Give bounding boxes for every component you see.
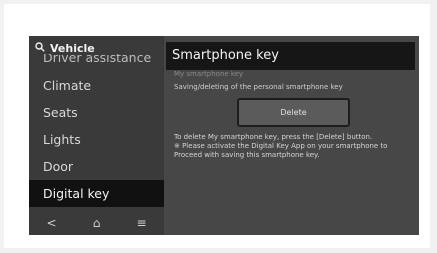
sidebar-item-climate[interactable]: Climate (29, 72, 164, 99)
search-icon (35, 41, 45, 55)
sidebar-list: Driver assistance Climate Seats Lights D… (29, 54, 164, 207)
sidebar: Vehicle Driver assistance Climate Seats … (29, 36, 164, 235)
sidebar-item-label: Seats (43, 105, 78, 120)
back-icon[interactable]: < (42, 213, 62, 233)
content-pane: Smartphone key My smartphone key Saving/… (164, 36, 419, 235)
sidebar-item-label: Climate (43, 78, 92, 93)
infotainment-screen: Vehicle Driver assistance Climate Seats … (29, 36, 419, 235)
section-heading: My smartphone key (174, 70, 244, 78)
activation-note: ※ Please activate the Digital Key App on… (174, 142, 388, 150)
sidebar-item-driver-assistance[interactable]: Driver assistance (29, 54, 164, 72)
delete-button[interactable]: Delete (237, 98, 350, 127)
search-label: Vehicle (50, 41, 95, 55)
menu-icon[interactable]: ≡ (132, 213, 152, 233)
delete-instruction: To delete My smartphone key, press the [… (174, 133, 373, 141)
home-icon[interactable]: ⌂ (87, 213, 107, 233)
sidebar-item-label: Driver assistance (43, 54, 152, 65)
sidebar-item-label: Lights (43, 132, 81, 147)
sidebar-item-label: Door (43, 159, 74, 174)
sidebar-item-digital-key[interactable]: Digital key (29, 180, 164, 207)
activation-note-continued: Proceed with saving this smartphone key. (174, 151, 320, 159)
sidebar-item-door[interactable]: Door (29, 153, 164, 180)
section-description: Saving/deleting of the personal smartpho… (174, 83, 343, 91)
page-title: Smartphone key (166, 42, 415, 70)
bottom-nav: < ⌂ ≡ (29, 211, 164, 235)
sidebar-item-lights[interactable]: Lights (29, 126, 164, 153)
sidebar-item-seats[interactable]: Seats (29, 99, 164, 126)
sidebar-item-label: Digital key (43, 186, 110, 201)
